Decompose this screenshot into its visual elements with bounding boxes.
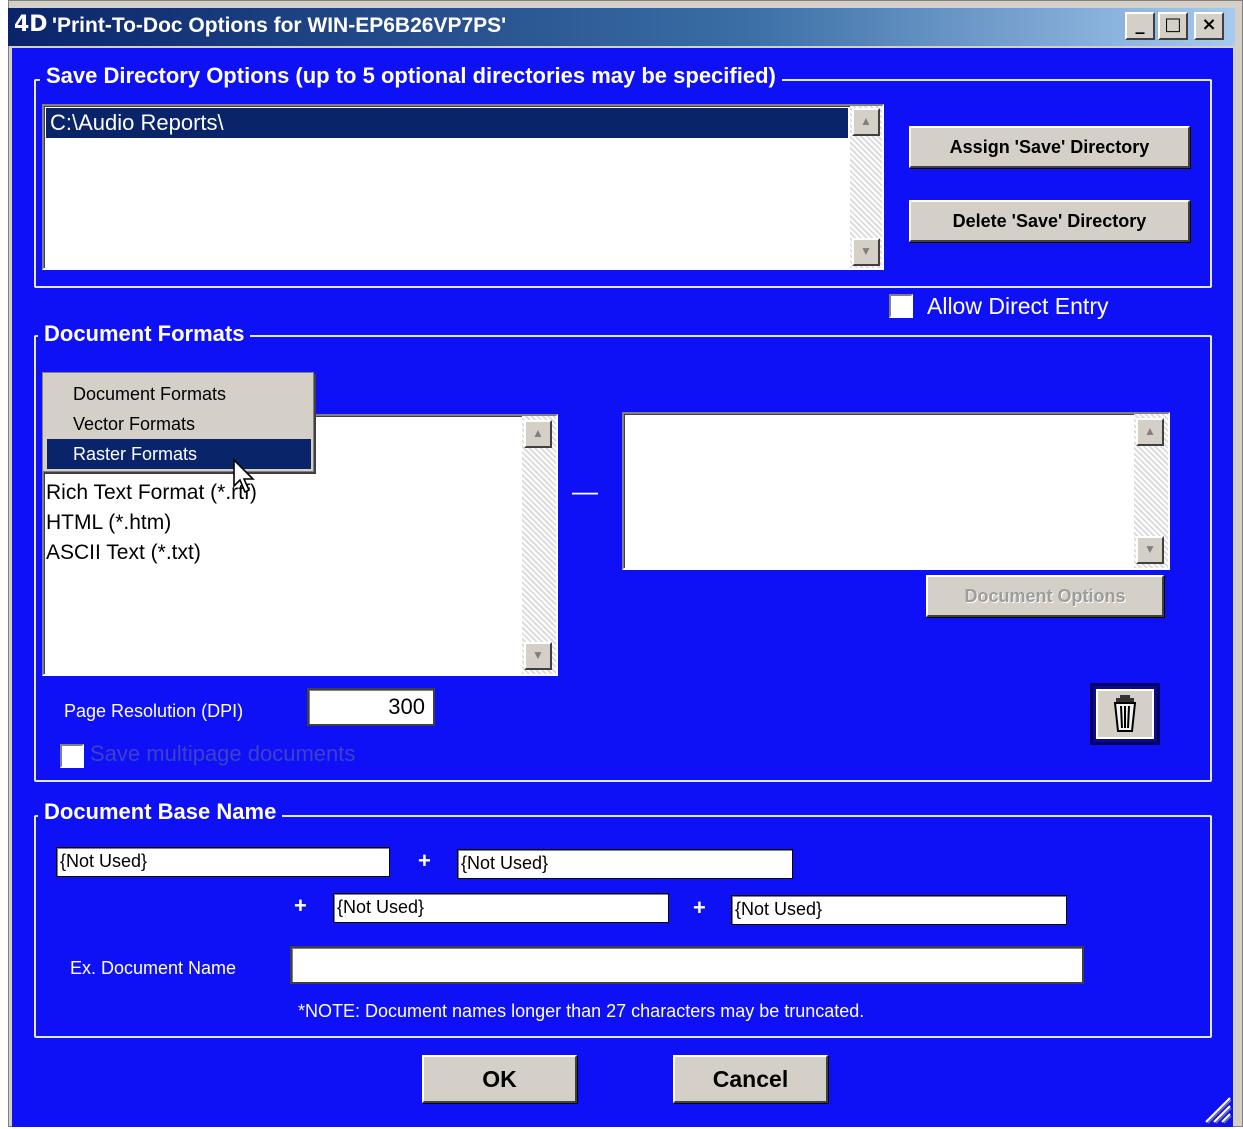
close-button[interactable]: ×: [1194, 12, 1224, 40]
base-name-field-2[interactable]: {Not Used}: [457, 849, 793, 879]
base-name-field-4[interactable]: {Not Used}: [731, 895, 1067, 925]
save-multipage-label: Save multipage documents: [90, 741, 356, 766]
plus-sign: +: [418, 848, 431, 873]
ok-button[interactable]: OK: [422, 1055, 577, 1103]
allow-direct-entry-checkbox[interactable]: [889, 294, 913, 318]
delete-save-directory-button[interactable]: Delete 'Save' Directory: [909, 200, 1190, 242]
example-document-name-label: Ex. Document Name: [70, 958, 237, 978]
format-item-rtf[interactable]: Rich Text Format (*.rtf): [46, 478, 257, 508]
trash-icon: [1096, 689, 1154, 739]
save-directory-item[interactable]: C:\Audio Reports\: [46, 108, 848, 138]
base-name-field-3[interactable]: {Not Used}: [333, 893, 669, 923]
document-options-button[interactable]: Document Options: [926, 575, 1164, 617]
scroll-up-arrow-icon[interactable]: ▲: [524, 420, 552, 448]
mouse-cursor-icon: [232, 458, 258, 496]
page-resolution-input[interactable]: 300: [307, 688, 435, 726]
save-directory-legend: Save Directory Options (up to 5 optional…: [40, 62, 782, 90]
assign-save-directory-button[interactable]: Assign 'Save' Directory: [909, 126, 1190, 168]
document-base-name-legend: Document Base Name: [38, 798, 283, 826]
allow-direct-entry-label: Allow Direct Entry: [927, 293, 1109, 319]
maximize-button[interactable]: □: [1158, 12, 1188, 40]
list-separator-dash: —: [572, 476, 598, 506]
cancel-button[interactable]: Cancel: [673, 1055, 828, 1103]
selected-format-list[interactable]: ▲ ▼: [622, 412, 1170, 570]
format-type-popup-menu[interactable]: Document Formats Vector Formats Raster F…: [42, 372, 314, 472]
format-item-txt[interactable]: ASCII Text (*.txt): [46, 538, 201, 568]
resize-grip-icon[interactable]: [1200, 1092, 1232, 1124]
scroll-down-arrow-icon[interactable]: ▼: [1136, 536, 1164, 564]
menu-item-vector-formats[interactable]: Vector Formats: [43, 409, 313, 439]
plus-sign: +: [693, 895, 706, 920]
save-directory-list[interactable]: C:\Audio Reports\ ▲ ▼: [42, 104, 884, 270]
scroll-up-arrow-icon[interactable]: ▲: [852, 108, 880, 136]
menu-item-document-formats[interactable]: Document Formats: [43, 379, 313, 409]
scroll-down-arrow-icon[interactable]: ▼: [524, 642, 552, 670]
app-logo-icon: 4D: [14, 12, 48, 37]
scroll-down-arrow-icon[interactable]: ▼: [852, 238, 880, 266]
plus-sign: +: [294, 893, 307, 918]
truncation-note: *NOTE: Document names longer than 27 cha…: [298, 1001, 865, 1021]
format-item-htm[interactable]: HTML (*.htm): [46, 508, 171, 538]
window-title: 'Print-To-Doc Options for WIN-EP6B26VP7P…: [52, 14, 507, 37]
base-name-field-1[interactable]: {Not Used}: [56, 847, 390, 877]
page-resolution-label: Page Resolution (DPI): [64, 701, 244, 721]
scroll-up-arrow-icon[interactable]: ▲: [1136, 418, 1164, 446]
format-list-scrollbar[interactable]: [522, 416, 556, 674]
example-document-name-field: [290, 946, 1084, 984]
trash-button[interactable]: [1090, 683, 1160, 745]
menu-item-raster-formats[interactable]: Raster Formats: [47, 439, 311, 469]
document-formats-legend: Document Formats: [38, 320, 251, 348]
minimize-button[interactable]: _: [1125, 12, 1155, 40]
save-multipage-checkbox[interactable]: [60, 744, 84, 768]
